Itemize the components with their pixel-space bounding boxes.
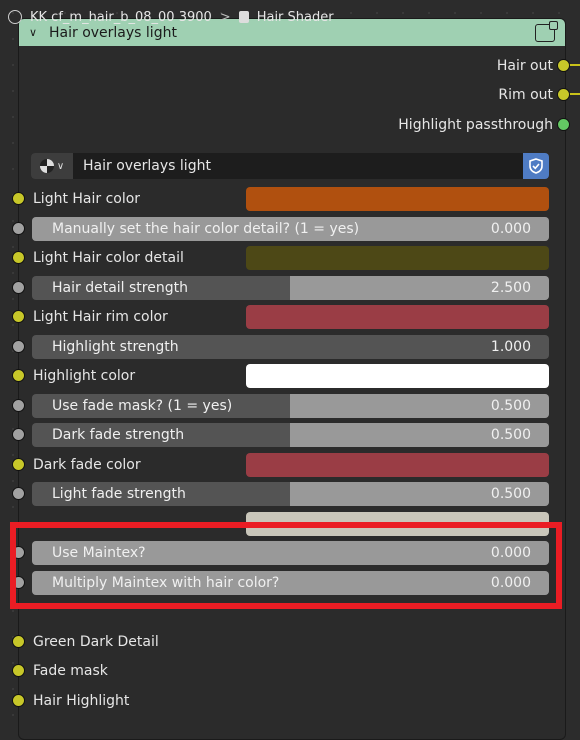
socket-light-hair-color[interactable] [12, 192, 25, 205]
fake-user-shield-icon[interactable] [523, 153, 549, 179]
light-fade-strength-slider[interactable]: Light fade strength 0.500 [32, 482, 549, 506]
object-icon [8, 10, 22, 24]
socket-use-fade-mask[interactable] [12, 399, 25, 412]
highlight-strength-slider[interactable]: Highlight strength 1.000 [32, 335, 549, 359]
group-name[interactable]: Hair overlays light [73, 158, 523, 174]
node-group-icon[interactable] [535, 20, 558, 42]
chevron-down-icon: ∨ [56, 160, 65, 172]
light-hair-color-swatch[interactable] [246, 187, 549, 211]
breadcrumb-separator: > [219, 9, 231, 25]
slider-value: 2.500 [490, 280, 531, 296]
light-fade-color-swatch[interactable] [246, 512, 549, 536]
slider-value: 0.500 [490, 486, 531, 502]
input-fade-mask-label: Fade mask [33, 663, 108, 679]
dark-fade-strength-slider[interactable]: Dark fade strength 0.500 [32, 423, 549, 447]
use-maintex-slider[interactable]: Use Maintex? 0.000 [32, 541, 549, 565]
use-fade-mask-slider[interactable]: Use fade mask? (1 = yes) 0.500 [32, 394, 549, 418]
socket-rim-out[interactable] [557, 88, 570, 101]
socket-hair-out[interactable] [557, 59, 570, 72]
slider-label: Multiply Maintex with hair color? [52, 575, 280, 591]
socket-fade-mask[interactable] [12, 664, 25, 677]
input-hair-highlight-label: Hair Highlight [33, 693, 130, 709]
output-rim-out: Rim out [498, 84, 553, 106]
socket-dark-fade-strength[interactable] [12, 428, 25, 441]
slider-label: Manually set the hair color detail? (1 =… [52, 221, 360, 237]
socket-highlight-strength[interactable] [12, 340, 25, 353]
socket-light-fade-strength[interactable] [12, 487, 25, 500]
input-highlight-color-label: Highlight color [33, 368, 136, 384]
slider-value: 0.000 [490, 575, 531, 591]
material-sphere-icon [39, 159, 54, 173]
slider-value: 0.500 [490, 398, 531, 414]
slider-label: Dark fade strength [52, 427, 185, 443]
slider-label: Hair detail strength [52, 280, 188, 296]
socket-manual-hair-detail[interactable] [12, 222, 25, 235]
manual-hair-detail-slider[interactable]: Manually set the hair color detail? (1 =… [32, 217, 549, 241]
slider-value: 0.000 [490, 221, 531, 237]
input-light-hair-color-detail-label: Light Hair color detail [33, 250, 184, 266]
breadcrumb-material[interactable]: Hair Shader [257, 10, 334, 25]
socket-highlight-color[interactable] [12, 369, 25, 382]
output-label: Highlight passthrough [398, 117, 553, 133]
hair-detail-strength-slider[interactable]: Hair detail strength 2.500 [32, 276, 549, 300]
hair-overlays-node[interactable]: ∨ Hair overlays light Hair out Rim out H… [18, 18, 566, 740]
dark-fade-color-swatch[interactable] [246, 453, 549, 477]
output-label: Hair out [496, 58, 553, 74]
socket-dark-fade-color[interactable] [12, 458, 25, 471]
breadcrumb: KK cf_m_hair_b_08_00 3900 > Hair Shader [8, 6, 334, 28]
multiply-maintex-slider[interactable]: Multiply Maintex with hair color? 0.000 [32, 571, 549, 595]
slider-value: 0.000 [490, 545, 531, 561]
socket-highlight-passthrough[interactable] [557, 118, 570, 131]
breadcrumb-object[interactable]: KK cf_m_hair_b_08_00 3900 [30, 10, 212, 25]
node-group-selector[interactable]: ∨ Hair overlays light [31, 153, 549, 179]
light-hair-color-detail-swatch[interactable] [246, 246, 549, 270]
socket-multiply-maintex[interactable] [12, 576, 25, 589]
input-light-hair-color-label: Light Hair color [33, 191, 141, 207]
output-highlight-passthrough: Highlight passthrough [398, 114, 553, 136]
slider-value: 1.000 [490, 339, 531, 355]
socket-light-hair-color-detail[interactable] [12, 251, 25, 264]
output-label: Rim out [498, 87, 553, 103]
slider-label: Use Maintex? [52, 545, 146, 561]
input-dark-fade-color-label: Dark fade color [33, 457, 141, 473]
slider-label: Use fade mask? (1 = yes) [52, 398, 233, 414]
light-hair-rim-color-swatch[interactable] [246, 305, 549, 329]
slider-label: Light fade strength [52, 486, 186, 502]
material-icon [238, 11, 249, 23]
socket-use-maintex[interactable] [12, 546, 25, 559]
slider-value: 0.500 [490, 427, 531, 443]
socket-light-hair-rim-color[interactable] [12, 310, 25, 323]
input-green-dark-detail-label: Green Dark Detail [33, 634, 159, 650]
output-hair-out: Hair out [497, 55, 553, 77]
slider-label: Highlight strength [52, 339, 179, 355]
input-light-hair-rim-color-label: Light Hair rim color [33, 309, 168, 325]
group-browse-button[interactable]: ∨ [31, 153, 73, 179]
highlight-color-swatch[interactable] [246, 364, 549, 388]
socket-hair-highlight[interactable] [12, 694, 25, 707]
socket-green-dark-detail[interactable] [12, 635, 25, 648]
socket-hair-detail-strength[interactable] [12, 281, 25, 294]
